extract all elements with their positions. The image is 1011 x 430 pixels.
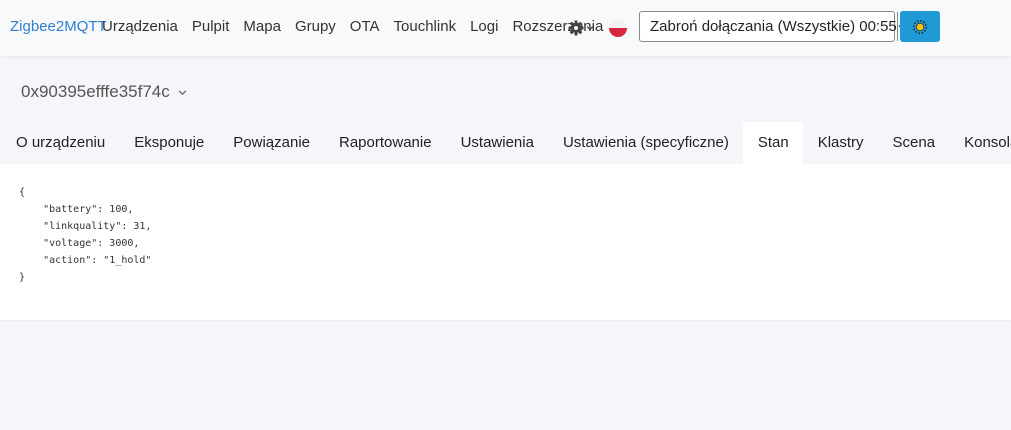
tab-reporting[interactable]: Raportowanie <box>324 122 446 164</box>
tab-settings[interactable]: Ustawienia <box>446 122 548 164</box>
tab-console[interactable]: Konsola <box>949 122 1011 164</box>
tab-exposes[interactable]: Eksponuje <box>119 122 218 164</box>
nav-links: Urządzenia Pulpit Mapa Grupy OTA Touchli… <box>102 18 617 35</box>
tab-scene[interactable]: Scena <box>878 122 950 164</box>
json-open-brace: { <box>19 187 26 198</box>
device-tabs: O urządzeniu Eksponuje Powiązanie Raport… <box>0 122 1011 164</box>
chevron-down-icon <box>586 26 594 31</box>
nav-link-map[interactable]: Mapa <box>243 18 281 35</box>
json-line-action: "action": "1_hold" <box>19 255 152 266</box>
json-line-battery: "battery": 100, <box>19 204 134 215</box>
state-panel: { "battery": 100, "linkquality": 31, "vo… <box>0 164 1011 320</box>
nav-link-ota[interactable]: OTA <box>350 18 380 35</box>
poland-flag-icon[interactable] <box>609 19 627 37</box>
nav-link-groups[interactable]: Grupy <box>295 18 336 35</box>
device-selector[interactable]: 0x90395efffe35f74c <box>21 82 187 102</box>
theme-toggle-button[interactable] <box>900 11 940 42</box>
sun-icon <box>912 19 928 34</box>
state-json: { "battery": 100, "linkquality": 31, "vo… <box>19 184 151 286</box>
nav-link-touchlink[interactable]: Touchlink <box>394 18 457 35</box>
permit-join-button[interactable]: Zabroń dołączania (Wszystkie) 00:55 <box>640 12 897 41</box>
brand-link[interactable]: Zigbee2MQTT <box>10 18 107 35</box>
chevron-down-icon <box>178 89 187 95</box>
nav-link-dashboard[interactable]: Pulpit <box>192 18 230 35</box>
tab-settings-specific[interactable]: Ustawienia (specyficzne) <box>548 122 743 164</box>
settings-menu[interactable] <box>568 17 594 39</box>
navbar: Zigbee2MQTT Urządzenia Pulpit Mapa Grupy… <box>0 0 1011 56</box>
gear-icon <box>568 20 584 36</box>
json-close-brace: } <box>19 272 26 283</box>
nav-link-devices[interactable]: Urządzenia <box>102 18 178 35</box>
tab-bind[interactable]: Powiązanie <box>218 122 324 164</box>
json-line-voltage: "voltage": 3000, <box>19 238 140 249</box>
tab-state[interactable]: Stan <box>742 122 803 164</box>
permit-join-control: Zabroń dołączania (Wszystkie) 00:55 <box>639 11 906 42</box>
tab-clusters[interactable]: Klastry <box>803 122 878 164</box>
tab-about[interactable]: O urządzeniu <box>0 122 119 164</box>
nav-link-logs[interactable]: Logi <box>470 18 498 35</box>
json-line-linkquality: "linkquality": 31, <box>19 221 152 232</box>
device-name: 0x90395efffe35f74c <box>21 82 170 101</box>
